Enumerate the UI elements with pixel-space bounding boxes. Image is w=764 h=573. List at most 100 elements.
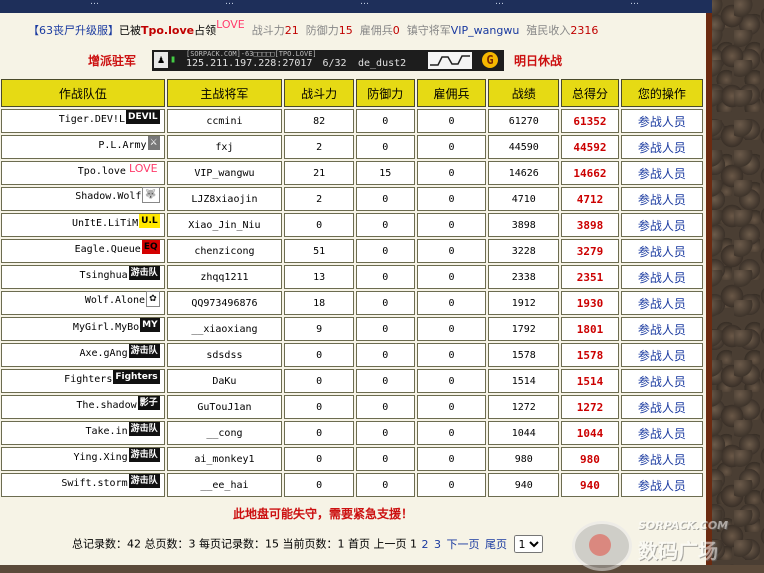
score-cell: 3279 <box>561 239 619 263</box>
participants-link[interactable]: 参战人员 <box>620 421 703 445</box>
score-cell: 1930 <box>561 291 619 315</box>
team-name[interactable]: UnItE.LiTiM <box>72 218 138 229</box>
participants-link[interactable]: 参战人员 <box>620 395 703 419</box>
participants-link[interactable]: 参战人员 <box>620 239 703 263</box>
team-name[interactable]: Axe.gAng <box>79 348 127 359</box>
score-cell: 3898 <box>561 213 619 237</box>
defense-cell: 0 <box>356 135 415 159</box>
table-row: P.L.Army ⚔ fxj 2 0 0 44590 44592 参战人员 <box>1 135 703 159</box>
team-name[interactable]: The.shadow <box>76 400 136 411</box>
merc-cell: 0 <box>416 239 487 263</box>
general-cell: fxj <box>166 135 283 159</box>
occupied-suffix: 占领 <box>194 24 217 37</box>
team-cell: Ying.Xing 游击队 <box>1 447 165 471</box>
team-name[interactable]: P.L.Army <box>98 140 146 151</box>
participants-link[interactable]: 参战人员 <box>620 265 703 289</box>
tomorrow-truce-link[interactable]: 明日休战 <box>514 52 562 69</box>
team-name[interactable]: Swift.storm <box>61 478 127 489</box>
defense-cell: 0 <box>356 369 415 393</box>
participants-link[interactable]: 参战人员 <box>620 161 703 185</box>
record-cell: 980 <box>488 447 560 471</box>
defense-cell: 0 <box>356 239 415 263</box>
participants-link[interactable]: 参战人员 <box>620 447 703 471</box>
attack-value: 21 <box>284 24 299 37</box>
record-cell: 14626 <box>488 161 560 185</box>
page-3-link[interactable]: 3 <box>434 538 441 551</box>
column-header: 战斗力 <box>284 79 355 107</box>
participants-link[interactable]: 参战人员 <box>620 343 703 367</box>
page-1-link[interactable]: 1 <box>410 538 417 551</box>
merc-cell: 0 <box>416 265 487 289</box>
team-name[interactable]: Tiger.DEV!L <box>59 114 125 125</box>
deploy-troops-link[interactable]: 增派驻军 <box>88 52 136 69</box>
next-page-link[interactable]: 下一页 <box>447 538 480 551</box>
defense-cell: 0 <box>356 447 415 471</box>
window-frame: …………… 【63丧尸升级服】已被Tpo.love占领LOVE 战斗力21 防御… <box>0 0 728 571</box>
team-cell: Fighters Fighters <box>1 369 165 393</box>
participants-link[interactable]: 参战人员 <box>620 187 703 211</box>
merc-value: 0 <box>392 24 400 37</box>
page-2-link[interactable]: 2 <box>422 538 429 551</box>
server-name[interactable]: 【63丧尸升级服】 <box>28 24 119 37</box>
team-cell: Take.in 游击队 <box>1 421 165 445</box>
top-nav-item[interactable]: … <box>90 0 99 7</box>
team-name[interactable]: Tpo.love <box>78 166 126 177</box>
participants-link[interactable]: 参战人员 <box>620 473 703 497</box>
team-name[interactable]: Take.in <box>85 426 127 437</box>
merc-cell: 0 <box>416 291 487 315</box>
team-name[interactable]: Fighters <box>64 374 112 385</box>
general-cell: chenzicong <box>166 239 283 263</box>
table-row: MyGirl.MyBo MY __xiaoxiang 9 0 0 1792 1801 参战人员 <box>1 317 703 341</box>
team-name[interactable]: Wolf.Alone <box>85 295 145 306</box>
total-records-label: 总记录数： <box>72 537 127 551</box>
page-select[interactable]: 1 <box>513 535 543 553</box>
per-page: 15 <box>265 537 279 551</box>
top-nav-item[interactable]: … <box>495 0 504 7</box>
defense-cell: 0 <box>356 421 415 445</box>
merc-cell: 0 <box>416 421 487 445</box>
team-name[interactable]: Ying.Xing <box>73 452 127 463</box>
participants-link[interactable]: 参战人员 <box>620 317 703 341</box>
top-nav-item[interactable]: … <box>630 0 639 7</box>
occupier-name[interactable]: Tpo.love <box>141 24 194 37</box>
column-header: 雇佣兵 <box>416 79 487 107</box>
general-cell: DaKu <box>166 369 283 393</box>
prev-page-link[interactable]: 上一页 <box>374 538 407 551</box>
general-value[interactable]: VIP_wangwu <box>451 24 520 37</box>
team-cell: Swift.storm 游击队 <box>1 473 165 497</box>
participants-link[interactable]: 参战人员 <box>620 109 703 133</box>
last-page-link[interactable]: 尾页 <box>485 538 507 551</box>
participants-link[interactable]: 参战人员 <box>620 135 703 159</box>
team-name[interactable]: Shadow.Wolf <box>75 191 141 202</box>
team-cell: Axe.gAng 游击队 <box>1 343 165 367</box>
score-cell: 1801 <box>561 317 619 341</box>
table-header-row: 作战队伍 主战将军 战斗力 防御力 雇佣兵 战绩 总得分 您的操作 <box>1 79 703 107</box>
team-cell: Tiger.DEV!L DEVIL <box>1 109 165 133</box>
attack-cell: 21 <box>284 161 355 185</box>
general-cell: ai_monkey1 <box>166 447 283 471</box>
merc-cell: 0 <box>416 135 487 159</box>
team-logo-icon: 游击队 <box>128 422 160 436</box>
team-name[interactable]: Tsinghua <box>79 270 127 281</box>
watermark-logo: SORPACK.COM 数码广场 <box>572 515 752 573</box>
first-page-link[interactable]: 首页 <box>348 538 370 551</box>
team-name[interactable]: Eagle.Queue <box>75 244 141 255</box>
participants-link[interactable]: 参战人员 <box>620 213 703 237</box>
team-cell: Wolf.Alone ✿ <box>1 291 165 315</box>
participants-link[interactable]: 参战人员 <box>620 369 703 393</box>
attack-cell: 2 <box>284 187 355 211</box>
action-row: 增派驻军 ♟ ▮ [SORPACK.COM]-63□□□□□[TPO.LOVE]… <box>0 49 706 73</box>
attack-cell: 0 <box>284 421 355 445</box>
participants-link[interactable]: 参战人员 <box>620 291 703 315</box>
team-name[interactable]: MyGirl.MyBo <box>73 322 139 333</box>
record-cell: 940 <box>488 473 560 497</box>
top-nav-item[interactable]: … <box>360 0 369 7</box>
top-nav-item[interactable]: … <box>225 0 234 7</box>
column-header: 您的操作 <box>620 79 703 107</box>
table-row: Tsinghua 游击队 zhqq1211 13 0 0 2338 2351 参战人员 <box>1 265 703 289</box>
record-cell: 1272 <box>488 395 560 419</box>
income-label: 殖民收入 <box>526 24 571 37</box>
server-banner[interactable]: ♟ ▮ [SORPACK.COM]-63□□□□□[TPO.LOVE] 125.… <box>152 50 504 71</box>
general-cell: LJZ8xiaojin <box>166 187 283 211</box>
server-ip: 125.211.197.228:27017 <box>186 58 313 69</box>
